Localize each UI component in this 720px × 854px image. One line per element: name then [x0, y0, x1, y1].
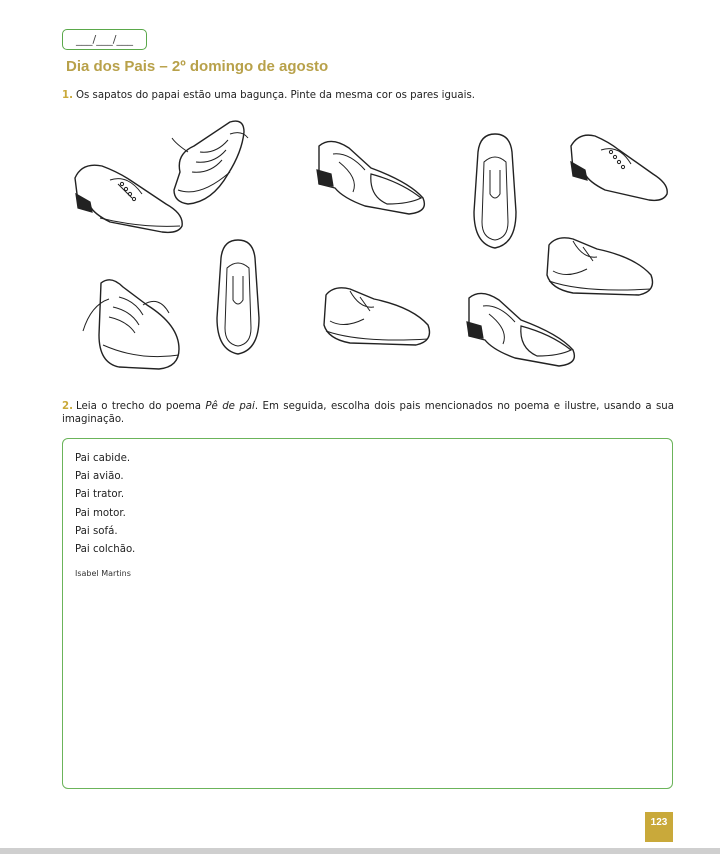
wingtip-oxford-shoe-icon[interactable]	[463, 290, 583, 374]
poem-line: Pai cabide.	[75, 453, 131, 464]
sneaker-icon[interactable]	[170, 112, 250, 212]
slip-on-loafer-top-view-icon[interactable]	[470, 132, 520, 252]
drawing-area[interactable]: Pai cabide. Pai avião. Pai trator. Pai m…	[62, 438, 673, 789]
slip-on-loafer-top-view-icon[interactable]	[213, 238, 263, 358]
page-number: 123	[645, 812, 673, 842]
question-2-number: 2.	[62, 401, 73, 412]
lace-up-derby-shoe-icon[interactable]	[565, 132, 675, 212]
poem-line: Pai sofá.	[75, 525, 118, 537]
page-title: Dia dos Pais – 2º domingo de agosto	[66, 58, 329, 75]
wingtip-oxford-shoe-icon[interactable]	[313, 138, 433, 222]
poem: Pai cabide. Pai avião. Pai trator. Pai m…	[75, 450, 135, 559]
date-field[interactable]: ___/___/___	[62, 29, 147, 50]
poem-line: Pai trator.	[75, 489, 125, 501]
poem-line: Pai avião.	[75, 471, 124, 483]
bottom-bar	[0, 848, 720, 854]
question-2-text-before: Leia o trecho do poema	[75, 401, 206, 412]
poem-title: Pê de pai	[205, 401, 255, 412]
poem-line: Pai motor.	[75, 507, 126, 519]
sneaker-icon[interactable]	[79, 275, 189, 380]
question-1-number: 1.	[62, 90, 73, 101]
poem-author: Isabel Martins	[75, 569, 131, 578]
question-1-text: Os sapatos do papai estão uma bagunça. P…	[75, 90, 476, 101]
question-2: 2. Leia o trecho do poema Pê de pai. Em s…	[62, 400, 674, 426]
shoes-illustration	[55, 110, 685, 400]
question-1: 1. Os sapatos do papai estão uma bagunça.…	[62, 89, 475, 102]
oxford-shoe-icon[interactable]	[320, 285, 435, 353]
poem-line: Pai colchão.	[75, 544, 136, 556]
